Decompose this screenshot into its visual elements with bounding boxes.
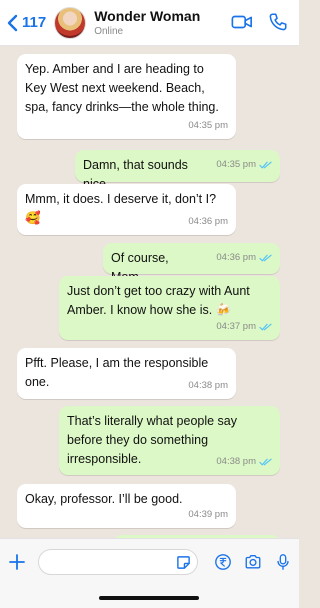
message-meta: 04:36 pm	[188, 212, 228, 231]
avatar[interactable]	[54, 6, 87, 39]
read-receipt-icon	[259, 161, 272, 169]
back-button[interactable]: 117	[6, 14, 46, 32]
read-receipt-icon	[259, 254, 272, 262]
message-outgoing[interactable]: Damn, that sounds nice. 04:35 pm	[75, 150, 280, 191]
compose-actions	[214, 552, 292, 572]
phone-icon[interactable]	[267, 12, 289, 32]
message-time: 04:35 pm	[188, 120, 228, 131]
message-meta: 04:37 pm	[216, 317, 272, 336]
message-list[interactable]: Yep. Amber and I are heading to Key West…	[0, 46, 299, 559]
message-time: 04:39 pm	[188, 509, 228, 520]
contact-status: Online	[94, 25, 124, 37]
message-meta: 04:36 pm	[216, 248, 272, 267]
video-call-icon[interactable]	[231, 12, 253, 32]
message-time: 04:36 pm	[188, 216, 228, 227]
message-outgoing[interactable]: That’s literally what people say before …	[59, 406, 280, 475]
message-time: 04:36 pm	[216, 252, 256, 263]
message-input[interactable]	[38, 549, 198, 575]
message-meta: 04:35 pm	[216, 155, 272, 174]
compose-bar	[0, 538, 299, 608]
read-receipt-icon	[259, 458, 272, 466]
rupee-icon[interactable]	[214, 552, 232, 572]
contact-info[interactable]: Wonder Woman Online	[94, 8, 200, 38]
message-meta: 04:38 pm	[188, 376, 228, 395]
unread-count: 117	[22, 14, 47, 31]
message-meta: 04:39 pm	[188, 505, 228, 524]
message-outgoing[interactable]: Just don’t get too crazy with Aunt Amber…	[59, 276, 280, 340]
chat-header: 117 Wonder Woman Online	[0, 0, 299, 46]
message-text: Yep. Amber and I are heading to Key West…	[25, 62, 219, 114]
message-time: 04:37 pm	[216, 321, 256, 332]
chevron-left-icon	[7, 14, 18, 31]
contact-name: Wonder Woman	[94, 7, 201, 24]
message-time: 04:38 pm	[188, 380, 228, 391]
message-time: 04:38 pm	[216, 456, 256, 467]
sticker-icon[interactable]	[176, 555, 191, 570]
message-meta: 04:38 pm	[216, 452, 272, 471]
plus-icon[interactable]	[8, 553, 26, 571]
message-incoming[interactable]: Okay, professor. I’ll be good. 04:39 pm	[17, 484, 236, 528]
camera-icon[interactable]	[244, 552, 262, 572]
read-receipt-icon	[259, 323, 272, 331]
microphone-icon[interactable]	[274, 552, 292, 572]
message-time: 04:35 pm	[216, 159, 256, 170]
message-text: Just don’t get too crazy with Aunt Amber…	[67, 284, 250, 317]
message-incoming[interactable]: Yep. Amber and I are heading to Key West…	[17, 54, 236, 139]
message-incoming[interactable]: Mmm, it does. I deserve it, don’t I? 🥰 0…	[17, 184, 236, 235]
header-actions	[231, 12, 289, 32]
home-indicator	[99, 596, 199, 600]
message-incoming[interactable]: Pfft. Please, I am the responsible one. …	[17, 348, 236, 399]
message-meta: 04:35 pm	[188, 116, 228, 135]
message-outgoing[interactable]: Of course, Mom. 04:36 pm	[103, 243, 280, 284]
